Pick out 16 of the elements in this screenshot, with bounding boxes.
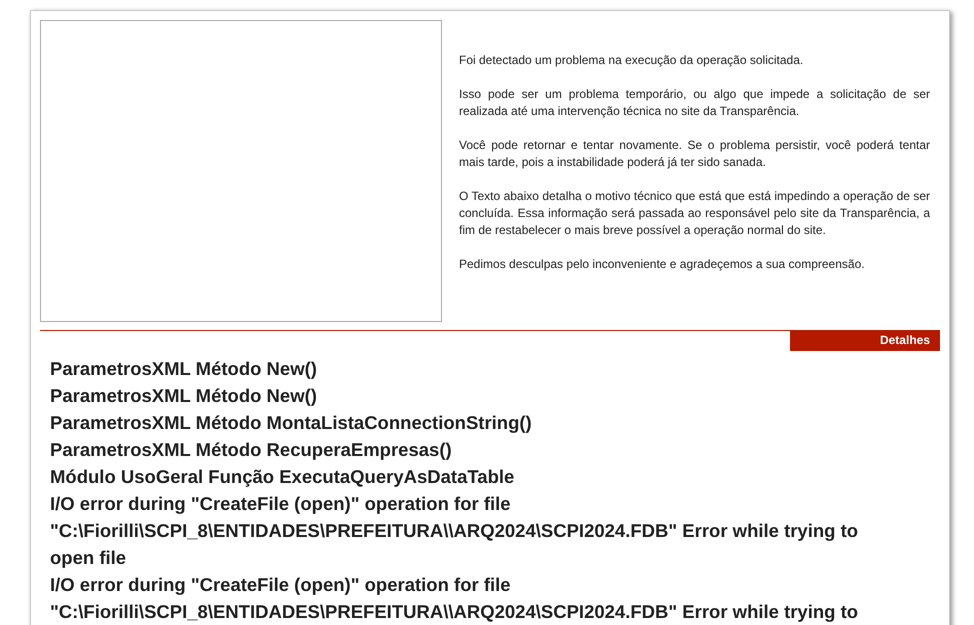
error-line: open file [50, 546, 128, 570]
error-line: ParametrosXML Método RecuperaEmpresas() [50, 438, 453, 462]
message-paragraph: O Texto abaixo detalha o motivo técnico que está que está impedindo a operação de ser concluída. Essa informação será passada ao responsável pelo site da Transparência, a fim de restabelecer o mais breve possível a operação normal do site. [459, 188, 930, 239]
message-paragraph: Isso pode ser um problema temporário, ou algo que impede a solicitação de ser realizada até uma intervenção técnica no site da Transparência. [459, 86, 930, 120]
error-line: I/O error during "CreateFile (open)" operation for file [50, 492, 512, 516]
error-line: "C:\Fiorilli\SCPI_8\ENTIDADES\PREFEITURA\\ARQ2024\SCPI2024.FDB" Error while trying to [50, 519, 860, 543]
error-line: Módulo UsoGeral Função ExecutaQueryAsDataTable [50, 465, 516, 489]
error-line: ParametrosXML Método MontaListaConnectionString() [50, 411, 533, 435]
message-paragraph: Você pode retornar e tentar novamente. Se o problema persistir, você poderá tentar mais tarde, pois a instabilidade poderá já ter sido sanada. [459, 137, 930, 171]
error-line: "C:\Fiorilli\SCPI_8\ENTIDADES\PREFEITURA\\ARQ2024\SCPI2024.FDB" Error while trying to [50, 600, 860, 624]
message-paragraph: Foi detectado um problema na execução da operação solicitada. [459, 52, 804, 69]
error-line: I/O error during "CreateFile (open)" operation for file [50, 573, 512, 597]
error-line: ParametrosXML Método New() [50, 357, 318, 381]
message-paragraph: Pedimos desculpas pelo inconveniente e agradeçemos a sua compreensão. [459, 256, 866, 273]
details-tab[interactable]: Detalhes [790, 331, 940, 351]
error-line: ParametrosXML Método New() [50, 384, 318, 408]
